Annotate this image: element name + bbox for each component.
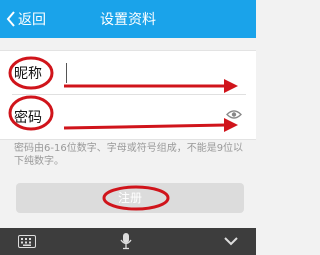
page-title: 设置资料 (100, 12, 156, 28)
nickname-row: 昵称 (0, 51, 256, 95)
eye-icon[interactable] (226, 109, 242, 120)
password-label: 密码 (14, 110, 42, 126)
password-row: 密码 (0, 95, 256, 139)
chevron-down-icon[interactable] (222, 234, 240, 248)
microphone-icon[interactable] (120, 232, 132, 251)
keyboard-toolbar (0, 228, 256, 255)
nickname-label: 昵称 (14, 66, 42, 82)
profile-form: 昵称 密码 (0, 50, 256, 140)
keyboard-icon[interactable] (18, 235, 36, 248)
password-hint: 密码由6-16位数字、字母或符号组成，不能是9位以下纯数字。 (14, 143, 244, 167)
password-input[interactable] (62, 105, 222, 129)
header-bar: 返回 设置资料 (0, 0, 256, 38)
register-button[interactable]: 注册 (16, 183, 244, 213)
nickname-input[interactable] (66, 63, 67, 83)
